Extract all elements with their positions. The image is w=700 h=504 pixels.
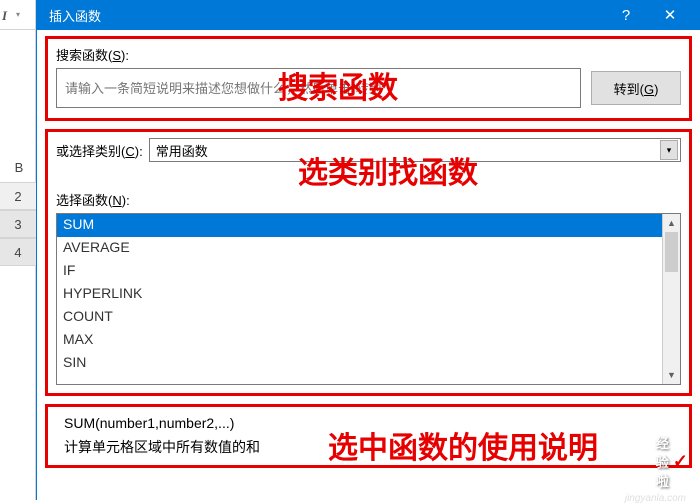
btn-text: ) — [654, 82, 658, 97]
list-item[interactable]: SIN — [57, 352, 662, 375]
label-hotkey: N — [112, 193, 121, 208]
watermark-url: jingyanla.com — [625, 493, 686, 504]
list-item[interactable]: COUNT — [57, 306, 662, 329]
scroll-up-icon[interactable]: ▲ — [663, 214, 680, 232]
italic-icon[interactable]: I — [2, 8, 14, 22]
search-section: 搜索函数(S): 转到(G) 搜索函数 — [45, 36, 692, 121]
dropdown-arrow-icon[interactable]: ▾ — [16, 10, 20, 19]
list-item[interactable]: SUM — [57, 214, 662, 237]
row-header[interactable]: 3 — [0, 210, 36, 238]
label-text: ): — [122, 193, 130, 208]
label-hotkey: S — [112, 48, 121, 63]
dialog-body: 搜索函数(S): 转到(G) 搜索函数 或选择类别(C): 常用函数 ▾ — [37, 30, 700, 474]
dialog-titlebar[interactable]: 插入函数 ? ✕ — [37, 0, 700, 30]
list-item[interactable]: MAX — [57, 329, 662, 352]
scroll-track[interactable] — [663, 232, 680, 366]
label-text: 搜索函数( — [56, 48, 112, 63]
btn-text: 转到( — [614, 82, 644, 97]
check-icon: ✓ — [673, 451, 688, 472]
label-text: ): — [121, 48, 129, 63]
description-section: SUM(number1,number2,...) 计算单元格区域中所有数值的和 … — [45, 404, 692, 468]
function-items-container: SUM AVERAGE IF HYPERLINK COUNT MAX SIN — [57, 214, 662, 384]
annotation-category: 选类别找函数 — [298, 148, 478, 192]
help-button[interactable]: ? — [604, 0, 648, 30]
btn-hotkey: G — [644, 82, 654, 97]
row-header[interactable]: 2 — [0, 182, 36, 210]
go-button[interactable]: 转到(G) — [591, 71, 681, 105]
function-listbox[interactable]: SUM AVERAGE IF HYPERLINK COUNT MAX SIN ▲… — [56, 213, 681, 385]
label-hotkey: C — [125, 144, 134, 159]
label-text: 或选择类别( — [56, 144, 125, 159]
excel-row-header-column: I ▾ B 2 3 4 — [0, 0, 36, 500]
listbox-scrollbar[interactable]: ▲ ▼ — [662, 214, 680, 384]
row-header[interactable]: 4 — [0, 238, 36, 266]
scroll-down-icon[interactable]: ▼ — [663, 366, 680, 384]
dialog-title: 插入函数 — [45, 6, 604, 25]
watermark-brand: 经验啦 — [656, 433, 669, 490]
label-text: ): — [135, 144, 143, 159]
function-list-label: 选择函数(N): — [56, 190, 681, 209]
category-selected-value: 常用函数 — [156, 141, 208, 160]
insert-function-dialog: 插入函数 ? ✕ 搜索函数(S): 转到(G) 搜索函数 或选择类别(C): — [36, 0, 700, 500]
list-item[interactable]: IF — [57, 260, 662, 283]
excel-toolbar-fragment: I ▾ — [0, 0, 36, 30]
list-item[interactable]: HYPERLINK — [57, 283, 662, 306]
annotation-description: 选中函数的使用说明 — [328, 423, 598, 467]
close-button[interactable]: ✕ — [648, 0, 692, 30]
annotation-search: 搜索函数 — [278, 63, 398, 107]
search-label: 搜索函数(S): — [56, 45, 681, 64]
chevron-down-icon[interactable]: ▾ — [660, 140, 678, 160]
scroll-thumb[interactable] — [665, 232, 678, 272]
label-text: 选择函数( — [56, 193, 112, 208]
category-label: 或选择类别(C): — [56, 141, 143, 160]
column-header-b[interactable]: B — [4, 160, 34, 182]
category-section: 或选择类别(C): 常用函数 ▾ 选类别找函数 选择函数(N): SUM AVE… — [45, 129, 692, 396]
list-item[interactable]: AVERAGE — [57, 237, 662, 260]
